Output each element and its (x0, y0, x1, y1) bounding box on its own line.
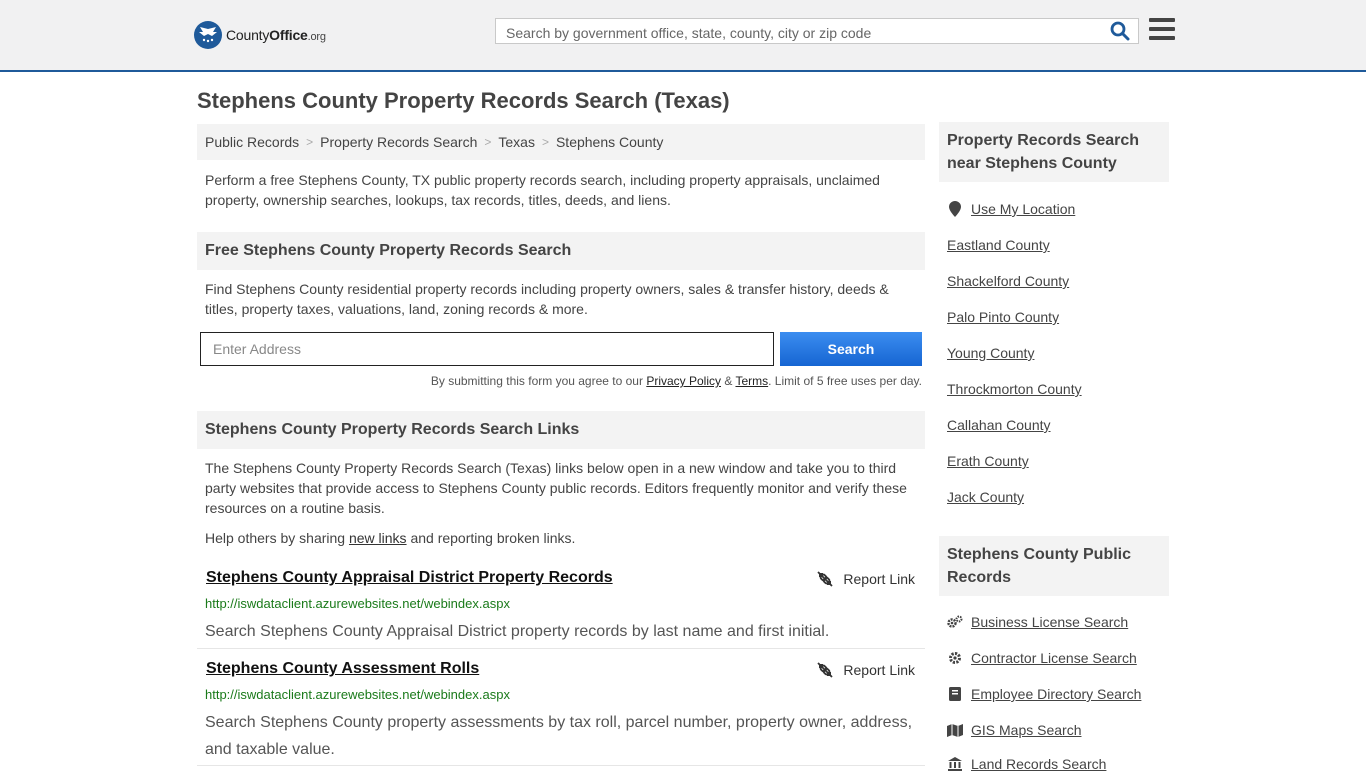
chevron-right-icon: > (484, 135, 492, 149)
employee-directory-link[interactable]: Employee Directory Search (971, 686, 1141, 702)
public-record-item: Land Records Search (947, 756, 1106, 772)
privacy-policy-link[interactable]: Privacy Policy (646, 374, 721, 388)
report-link-button[interactable]: Report Link (817, 662, 915, 678)
map-marker-icon (947, 201, 963, 217)
site-search-input[interactable] (504, 23, 1098, 43)
page-title: Stephens County Property Records Search … (197, 88, 730, 113)
broken-link-icon (817, 571, 834, 587)
links-section-heading: Stephens County Property Records Search … (197, 411, 925, 449)
record-title-link[interactable]: Stephens County Assessment Rolls (206, 660, 479, 678)
record-url: http://iswdataclient.azurewebsites.net/w… (205, 687, 510, 702)
business-license-link[interactable]: Business License Search (971, 614, 1128, 630)
county-link-shackelford[interactable]: Shackelford County (947, 273, 1069, 289)
gear-icon (947, 650, 963, 666)
site-search (495, 18, 1139, 44)
public-record-item: Contractor License Search (947, 650, 1137, 666)
record-description: Search Stephens County property assessme… (205, 714, 913, 758)
gis-maps-link[interactable]: GIS Maps Search (971, 722, 1082, 738)
book-icon (947, 686, 963, 702)
nearby-heading: Property Records Search near Stephens Co… (939, 122, 1169, 182)
record-title-link[interactable]: Stephens County Appraisal District Prope… (206, 569, 613, 587)
county-link-throckmorton[interactable]: Throckmorton County (947, 381, 1082, 397)
links-section-description: The Stephens County Property Records Sea… (205, 460, 907, 516)
report-link-button[interactable]: Report Link (817, 571, 915, 587)
gears-icon (947, 614, 963, 630)
search-icon[interactable] (1110, 21, 1132, 43)
public-record-item: GIS Maps Search (947, 722, 1082, 738)
record-item: Stephens County Appraisal District Prope… (197, 569, 925, 641)
site-logo[interactable]: CountyOffice.org (194, 20, 326, 50)
land-records-link[interactable]: Land Records Search (971, 756, 1106, 772)
map-icon (947, 722, 963, 738)
county-link-palo-pinto[interactable]: Palo Pinto County (947, 309, 1059, 325)
breadcrumb-texas[interactable]: Texas (498, 134, 535, 150)
contractor-license-link[interactable]: Contractor License Search (971, 650, 1137, 666)
landmark-icon (947, 756, 963, 772)
breadcrumb-stephens-county[interactable]: Stephens County (556, 134, 663, 150)
breadcrumb: Public Records > Property Records Search… (197, 124, 925, 160)
broken-link-icon (817, 662, 834, 678)
public-records-heading: Stephens County Public Records (939, 536, 1169, 596)
address-search-button[interactable]: Search (780, 332, 922, 366)
new-links-link[interactable]: new links (349, 530, 407, 546)
public-record-item: Business License Search (947, 614, 1128, 630)
record-item: Stephens County Assessment Rolls Report … (197, 660, 925, 760)
county-link-callahan[interactable]: Callahan County (947, 417, 1051, 433)
eagle-logo-icon (194, 21, 222, 49)
county-link-jack[interactable]: Jack County (947, 489, 1024, 505)
divider (197, 648, 925, 649)
breadcrumb-property-records[interactable]: Property Records Search (320, 134, 477, 150)
intro-text: Perform a free Stephens County, TX publi… (205, 172, 880, 208)
logo-text: CountyOffice.org (226, 27, 326, 43)
top-bar: CountyOffice.org (0, 0, 1366, 72)
chevron-right-icon: > (541, 135, 549, 149)
record-url: http://iswdataclient.azurewebsites.net/w… (205, 596, 510, 611)
hamburger-menu-icon[interactable] (1149, 18, 1175, 42)
report-link-label: Report Link (843, 662, 915, 678)
terms-link[interactable]: Terms (735, 374, 768, 388)
free-search-heading: Free Stephens County Property Records Se… (197, 232, 925, 270)
divider (197, 765, 925, 766)
help-text: Help others by sharing new links and rep… (205, 530, 576, 546)
county-link-eastland[interactable]: Eastland County (947, 237, 1050, 253)
county-link-erath[interactable]: Erath County (947, 453, 1029, 469)
use-my-location-link[interactable]: Use My Location (971, 201, 1075, 217)
county-link-young[interactable]: Young County (947, 345, 1034, 361)
report-link-label: Report Link (843, 571, 915, 587)
use-my-location: Use My Location (947, 201, 1075, 217)
free-search-description: Find Stephens County residential propert… (205, 281, 889, 317)
breadcrumb-public-records[interactable]: Public Records (205, 134, 299, 150)
public-record-item: Employee Directory Search (947, 686, 1141, 702)
chevron-right-icon: > (306, 135, 314, 149)
record-description: Search Stephens County Appraisal Distric… (205, 623, 830, 640)
form-disclaimer: By submitting this form you agree to our… (430, 374, 922, 388)
address-input[interactable] (200, 332, 774, 366)
